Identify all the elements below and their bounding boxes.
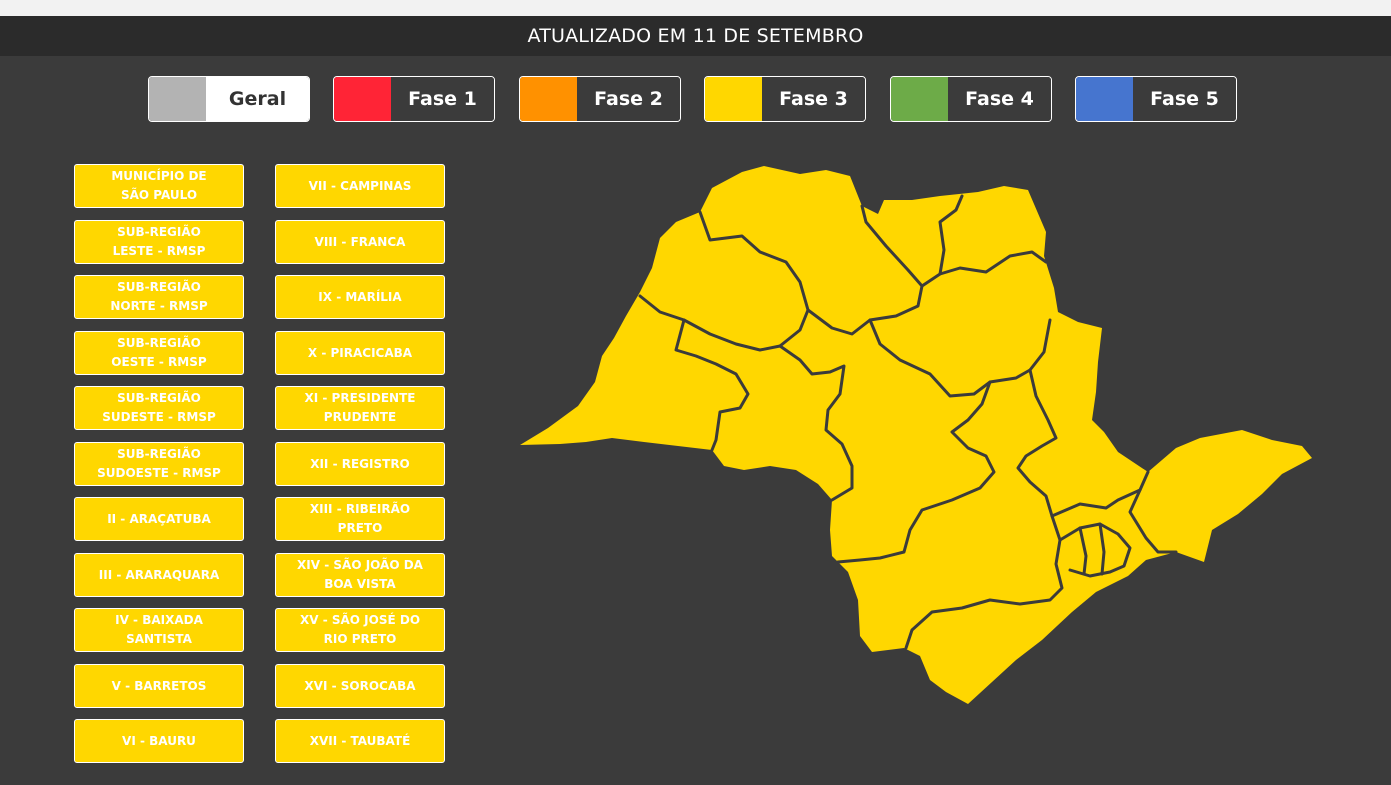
fase3-swatch [705, 77, 762, 121]
state-map[interactable] [515, 160, 1320, 710]
fase4-swatch [891, 77, 948, 121]
region-button-sao-jose-do-rio-preto[interactable]: XV - SÃO JOSÉ DO RIO PRETO [275, 608, 445, 652]
update-header: ATUALIZADO EM 11 DE SETEMBRO [0, 16, 1391, 56]
update-title: ATUALIZADO EM 11 DE SETEMBRO [527, 25, 864, 47]
region-button-sorocaba[interactable]: XVI - SOROCABA [275, 664, 445, 708]
geral-swatch [149, 77, 206, 121]
top-strip [0, 0, 1391, 16]
legend-fase2-button[interactable]: Fase 2 [519, 76, 681, 122]
region-button-taubate[interactable]: XVII - TAUBATÉ [275, 719, 445, 763]
region-button-norte-rmsp[interactable]: SUB-REGIÃO NORTE - RMSP [74, 275, 244, 319]
fase2-swatch [520, 77, 577, 121]
region-button-sudoeste-rmsp[interactable]: SUB-REGIÃO SUDOESTE - RMSP [74, 442, 244, 486]
region-button-sao-joao-da-boa-vista[interactable]: XIV - SÃO JOÃO DA BOA VISTA [275, 553, 445, 597]
legend-label: Geral [206, 77, 309, 121]
region-button-bauru[interactable]: VI - BAURU [74, 719, 244, 763]
legend-label: Fase 5 [1133, 77, 1236, 121]
fase1-swatch [334, 77, 391, 121]
state-map-shape[interactable] [520, 166, 1312, 704]
legend-fase5-button[interactable]: Fase 5 [1075, 76, 1237, 122]
region-button-barretos[interactable]: V - BARRETOS [74, 664, 244, 708]
region-button-campinas[interactable]: VII - CAMPINAS [275, 164, 445, 208]
legend-label: Fase 1 [391, 77, 494, 121]
region-button-registro[interactable]: XII - REGISTRO [275, 442, 445, 486]
region-button-araraquara[interactable]: III - ARARAQUARA [74, 553, 244, 597]
region-button-baixada-santista[interactable]: IV - BAIXADA SANTISTA [74, 608, 244, 652]
region-button-oeste-rmsp[interactable]: SUB-REGIÃO OESTE - RMSP [74, 331, 244, 375]
region-button-franca[interactable]: VIII - FRANCA [275, 220, 445, 264]
fase5-swatch [1076, 77, 1133, 121]
legend-label: Fase 3 [762, 77, 865, 121]
legend-fase3-button[interactable]: Fase 3 [704, 76, 866, 122]
region-button-leste-rmsp[interactable]: SUB-REGIÃO LESTE - RMSP [74, 220, 244, 264]
region-button-municipio-sao-paulo[interactable]: MUNICÍPIO DE SÃO PAULO [74, 164, 244, 208]
region-button-presidente-prudente[interactable]: XI - PRESIDENTE PRUDENTE [275, 386, 445, 430]
region-button-aracatuba[interactable]: II - ARAÇATUBA [74, 497, 244, 541]
legend-fase4-button[interactable]: Fase 4 [890, 76, 1052, 122]
region-button-marilia[interactable]: IX - MARÍLIA [275, 275, 445, 319]
region-button-piracicaba[interactable]: X - PIRACICABA [275, 331, 445, 375]
region-button-ribeirao-preto[interactable]: XIII - RIBEIRÃO PRETO [275, 497, 445, 541]
legend-geral-button[interactable]: Geral [148, 76, 310, 122]
legend-label: Fase 2 [577, 77, 680, 121]
region-button-sudeste-rmsp[interactable]: SUB-REGIÃO SUDESTE - RMSP [74, 386, 244, 430]
legend-label: Fase 4 [948, 77, 1051, 121]
legend-fase1-button[interactable]: Fase 1 [333, 76, 495, 122]
